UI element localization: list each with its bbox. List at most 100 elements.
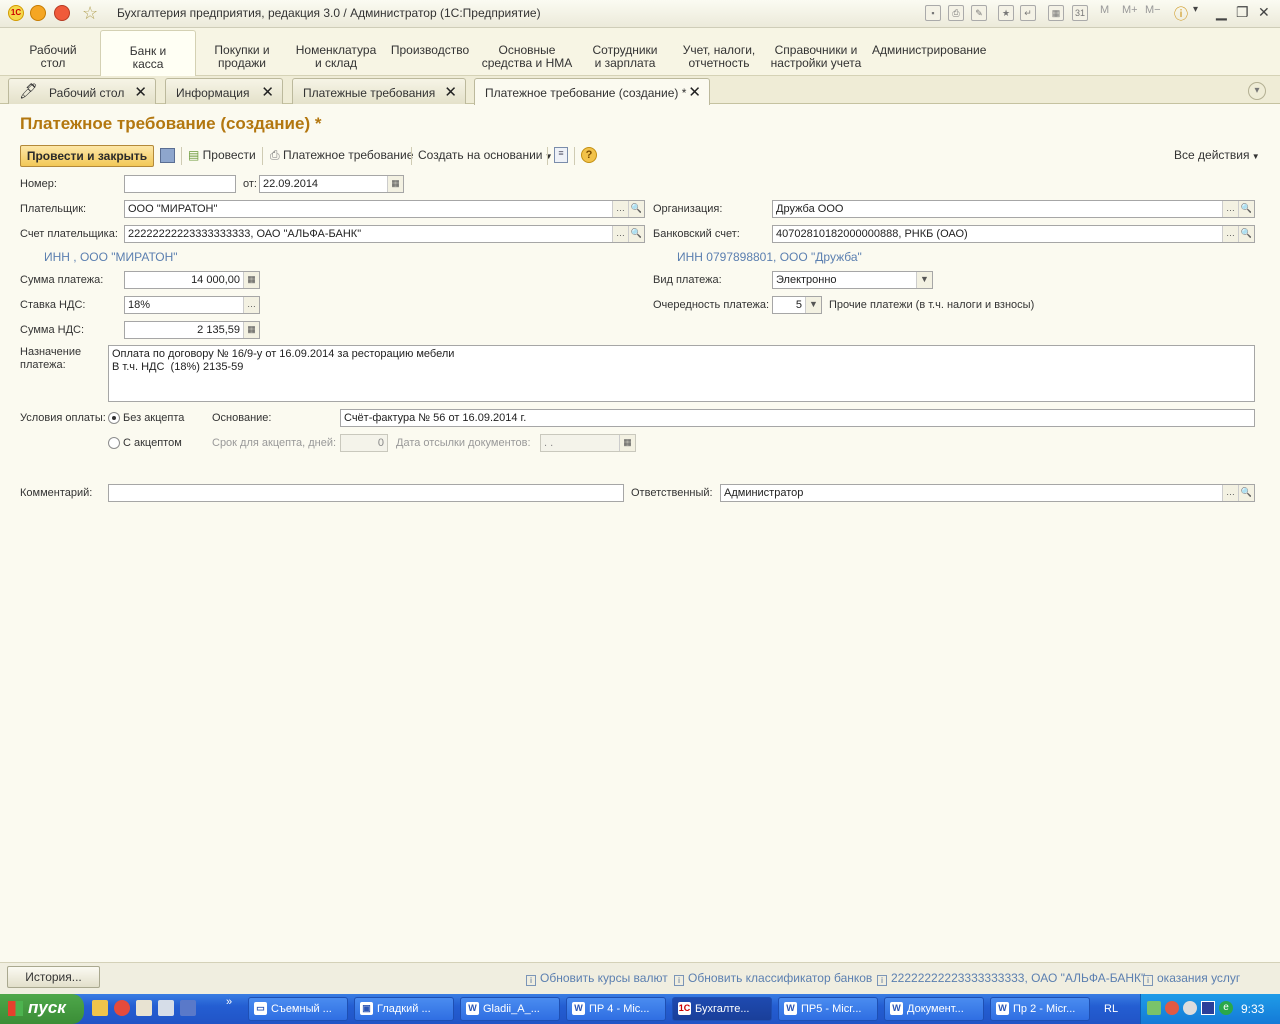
calendar-icon[interactable]: 31 bbox=[1072, 5, 1088, 21]
taskbar-item-active[interactable]: 1С Бухгалте... bbox=[672, 997, 772, 1021]
memory-m-icon[interactable]: M bbox=[1100, 4, 1109, 16]
number-field[interactable] bbox=[124, 175, 236, 193]
docs-date-field[interactable]: . . ▦ bbox=[540, 434, 636, 452]
payment-type-select[interactable]: Электронно ▼ bbox=[772, 271, 933, 289]
taskbar-item[interactable]: ▣ Гладкий ... bbox=[354, 997, 454, 1021]
app-logo-icon[interactable]: 1С bbox=[8, 5, 24, 21]
editor-icon[interactable] bbox=[158, 1000, 174, 1016]
history-icon[interactable] bbox=[54, 5, 70, 21]
tab-desktop[interactable]: 🖊 Рабочий стол ✕ bbox=[8, 78, 156, 104]
post-and-close-button[interactable]: Провести и закрыть bbox=[20, 145, 154, 167]
calculator-icon[interactable]: ▦ bbox=[243, 322, 259, 338]
floppy-icon[interactable] bbox=[180, 1000, 196, 1016]
chevron-down-icon[interactable]: ▼ bbox=[916, 272, 932, 288]
section-production[interactable]: Производство bbox=[390, 33, 470, 73]
antivirus-icon[interactable] bbox=[1165, 1001, 1179, 1015]
search-icon[interactable]: 🔍 bbox=[1238, 226, 1254, 242]
section-accounting[interactable]: Учет, налоги, отчетность bbox=[678, 33, 760, 73]
calendar-icon[interactable]: ▦ bbox=[387, 176, 403, 192]
close-icon[interactable]: ✕ bbox=[134, 83, 147, 101]
memory-plus-icon[interactable]: M+ bbox=[1122, 4, 1138, 16]
tab-information[interactable]: Информация ✕ bbox=[165, 78, 283, 104]
section-directories[interactable]: Справочники и настройки учета bbox=[770, 33, 862, 73]
display-icon[interactable] bbox=[1201, 1001, 1215, 1015]
select-ellipsis-icon[interactable]: … bbox=[1222, 485, 1238, 501]
taskbar-item[interactable]: W Пр 2 - Micr... bbox=[990, 997, 1090, 1021]
select-ellipsis-icon[interactable]: … bbox=[243, 297, 259, 313]
favorites-star-icon[interactable]: ☆ bbox=[82, 3, 98, 24]
notification-account[interactable]: i 22222222223333333333, ОАО "АЛЬФА-БАНК" bbox=[877, 971, 1145, 986]
purpose-textarea[interactable] bbox=[108, 345, 1255, 402]
calculator-icon[interactable]: ▦ bbox=[1048, 5, 1064, 21]
info-icon[interactable]: ⓘ bbox=[1174, 4, 1188, 24]
save-icon[interactable] bbox=[160, 148, 175, 163]
folder-icon[interactable] bbox=[92, 1000, 108, 1016]
organization-inn-link[interactable]: ИНН 0797898801, ООО "Дружба" bbox=[677, 250, 862, 264]
volume-icon[interactable] bbox=[1183, 1001, 1197, 1015]
print-icon[interactable]: ⎙ bbox=[948, 5, 964, 21]
language-indicator[interactable]: RL bbox=[1104, 1003, 1118, 1015]
section-bank[interactable]: Банк и касса bbox=[100, 30, 196, 76]
search-icon[interactable]: 🔍 bbox=[1238, 201, 1254, 217]
notification-update-banks[interactable]: i Обновить классификатор банков bbox=[674, 971, 872, 986]
restore-icon[interactable]: ❐ bbox=[1236, 4, 1249, 21]
select-ellipsis-icon[interactable]: … bbox=[612, 201, 628, 217]
responsible-field[interactable]: Администратор … 🔍 bbox=[720, 484, 1255, 502]
sum-field[interactable]: 14 000,00 ▦ bbox=[124, 271, 260, 289]
media-icon[interactable] bbox=[136, 1000, 152, 1016]
close-icon[interactable]: ✕ bbox=[1258, 4, 1270, 21]
calendar-icon[interactable]: ▦ bbox=[619, 435, 635, 451]
accept-days-field[interactable]: 0 bbox=[340, 434, 388, 452]
calculator-icon[interactable]: ▦ bbox=[243, 272, 259, 288]
memory-minus-icon[interactable]: M− bbox=[1145, 4, 1161, 16]
taskbar-item[interactable]: W ПР 4 - Mic... bbox=[566, 997, 666, 1021]
payer-field[interactable]: ООО "МИРАТОН" … 🔍 bbox=[124, 200, 645, 218]
section-administration[interactable]: Администрирование bbox=[872, 33, 986, 73]
browser-icon[interactable]: e bbox=[1219, 1001, 1233, 1015]
minimize-icon[interactable]: ▁ bbox=[1216, 4, 1227, 21]
without-accept-radio[interactable] bbox=[108, 412, 120, 424]
section-fixed-assets[interactable]: Основные средства и НМА bbox=[480, 33, 574, 73]
search-icon[interactable]: 🔍 bbox=[628, 226, 644, 242]
date-field[interactable]: 22.09.2014 ▦ bbox=[259, 175, 404, 193]
notification-update-rates[interactable]: i Обновить курсы валют bbox=[526, 971, 668, 986]
comment-field[interactable] bbox=[108, 484, 624, 502]
start-button[interactable]: пуск bbox=[0, 994, 84, 1024]
basis-field[interactable]: Счёт-фактура № 56 от 16.09.2014 г. bbox=[340, 409, 1255, 427]
taskbar-item[interactable]: ▭ Съемный ... bbox=[248, 997, 348, 1021]
select-ellipsis-icon[interactable]: … bbox=[1222, 201, 1238, 217]
report-icon[interactable]: ≡ bbox=[554, 147, 568, 163]
search-icon[interactable]: 🔍 bbox=[1238, 485, 1254, 501]
help-icon[interactable]: ? bbox=[581, 147, 597, 163]
tabs-menu-icon[interactable]: ▾ bbox=[1248, 82, 1266, 100]
section-nomenclature[interactable]: Номенклатура и склад bbox=[294, 33, 378, 73]
post-button[interactable]: ▤ Провести bbox=[188, 148, 256, 162]
with-accept-radio[interactable] bbox=[108, 437, 120, 449]
close-icon[interactable]: ✕ bbox=[688, 83, 701, 101]
taskbar-item[interactable]: W Документ... bbox=[884, 997, 984, 1021]
notification-services[interactable]: i оказания услуг bbox=[1143, 971, 1240, 986]
organization-field[interactable]: Дружба ООО … 🔍 bbox=[772, 200, 1255, 218]
taskbar-item[interactable]: W ПР5 - Micr... bbox=[778, 997, 878, 1021]
select-ellipsis-icon[interactable]: … bbox=[612, 226, 628, 242]
tab-payment-requests[interactable]: Платежные требования ✕ bbox=[292, 78, 466, 104]
close-icon[interactable]: ✕ bbox=[261, 83, 274, 101]
favorite-add-icon[interactable]: ★ bbox=[998, 5, 1014, 21]
section-desktop[interactable]: Рабочий стол bbox=[20, 33, 86, 73]
all-actions-button[interactable]: Все действия ▼ bbox=[1174, 148, 1260, 162]
quicklaunch-more-icon[interactable]: » bbox=[226, 996, 232, 1008]
chevron-down-icon[interactable]: ▾ bbox=[1193, 4, 1198, 15]
chevron-down-icon[interactable]: ▼ bbox=[805, 297, 821, 313]
taskbar-item[interactable]: W Gladii_A_... bbox=[460, 997, 560, 1021]
with-accept-label[interactable]: С акцептом bbox=[123, 437, 182, 449]
payer-inn-link[interactable]: ИНН , ООО "МИРАТОН" bbox=[44, 250, 178, 264]
create-based-button[interactable]: Создать на основании ▼ bbox=[418, 148, 553, 162]
edit-icon[interactable]: ✎ bbox=[971, 5, 987, 21]
history-button[interactable]: История... bbox=[7, 966, 100, 988]
main-menu-icon[interactable] bbox=[30, 5, 46, 21]
section-purchases[interactable]: Покупки и продажи bbox=[206, 33, 278, 73]
network-icon[interactable] bbox=[1147, 1001, 1161, 1015]
vat-sum-field[interactable]: 2 135,59 ▦ bbox=[124, 321, 260, 339]
section-staff[interactable]: Сотрудники и зарплата bbox=[588, 33, 662, 73]
link-icon[interactable]: ↵ bbox=[1020, 5, 1036, 21]
